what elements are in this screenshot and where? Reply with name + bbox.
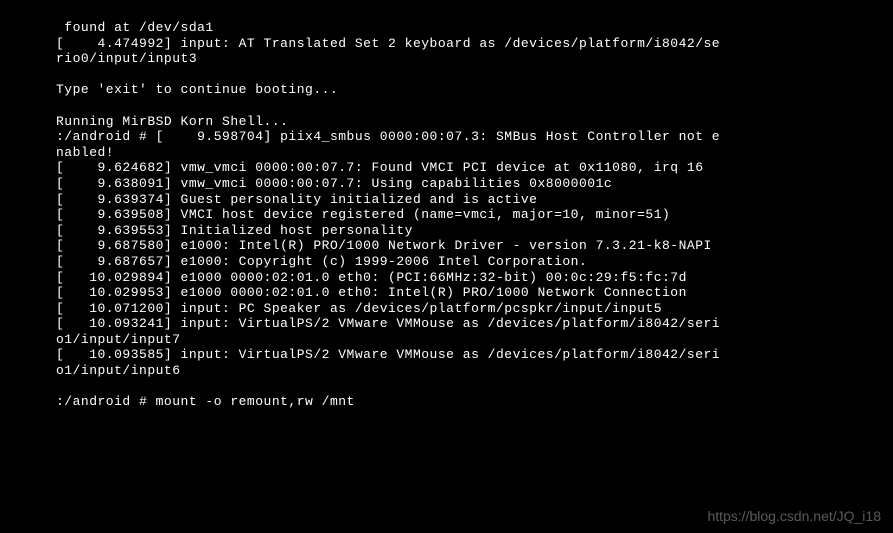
- terminal-line: nabled!: [56, 145, 893, 161]
- terminal-line: [ 10.029894] e1000 0000:02:01.0 eth0: (P…: [56, 270, 893, 286]
- terminal-line: [ 9.639508] VMCI host device registered …: [56, 207, 893, 223]
- terminal-line: [ 10.071200] input: PC Speaker as /devic…: [56, 301, 893, 317]
- terminal-line: found at /dev/sda1: [56, 20, 893, 36]
- terminal-line: [ 4.474992] input: AT Translated Set 2 k…: [56, 36, 893, 52]
- terminal-line: [ 9.687580] e1000: Intel(R) PRO/1000 Net…: [56, 238, 893, 254]
- terminal-line: [56, 67, 893, 83]
- terminal-line: [ 10.093241] input: VirtualPS/2 VMware V…: [56, 316, 893, 332]
- terminal-line: [ 10.093585] input: VirtualPS/2 VMware V…: [56, 347, 893, 363]
- terminal-line: [ 9.687657] e1000: Copyright (c) 1999-20…: [56, 254, 893, 270]
- terminal-line: rio0/input/input3: [56, 51, 893, 67]
- terminal-line: [ 10.029953] e1000 0000:02:01.0 eth0: In…: [56, 285, 893, 301]
- terminal-line: :/android # [ 9.598704] piix4_smbus 0000…: [56, 129, 893, 145]
- terminal-line: Running MirBSD Korn Shell...: [56, 114, 893, 130]
- terminal-line: o1/input/input7: [56, 332, 893, 348]
- terminal-line: :/android # mount -o remount,rw /mnt: [56, 394, 893, 410]
- terminal-line: [56, 379, 893, 395]
- terminal-line: o1/input/input6: [56, 363, 893, 379]
- watermark-text: https://blog.csdn.net/JQ_i18: [707, 508, 881, 525]
- terminal-line: [ 9.638091] vmw_vmci 0000:00:07.7: Using…: [56, 176, 893, 192]
- terminal-line: [ 9.624682] vmw_vmci 0000:00:07.7: Found…: [56, 160, 893, 176]
- terminal-line: [56, 98, 893, 114]
- terminal-line: [ 9.639553] Initialized host personality: [56, 223, 893, 239]
- terminal-output[interactable]: found at /dev/sda1[ 4.474992] input: AT …: [0, 0, 893, 410]
- terminal-line: Type 'exit' to continue booting...: [56, 82, 893, 98]
- terminal-line: [ 9.639374] Guest personality initialize…: [56, 192, 893, 208]
